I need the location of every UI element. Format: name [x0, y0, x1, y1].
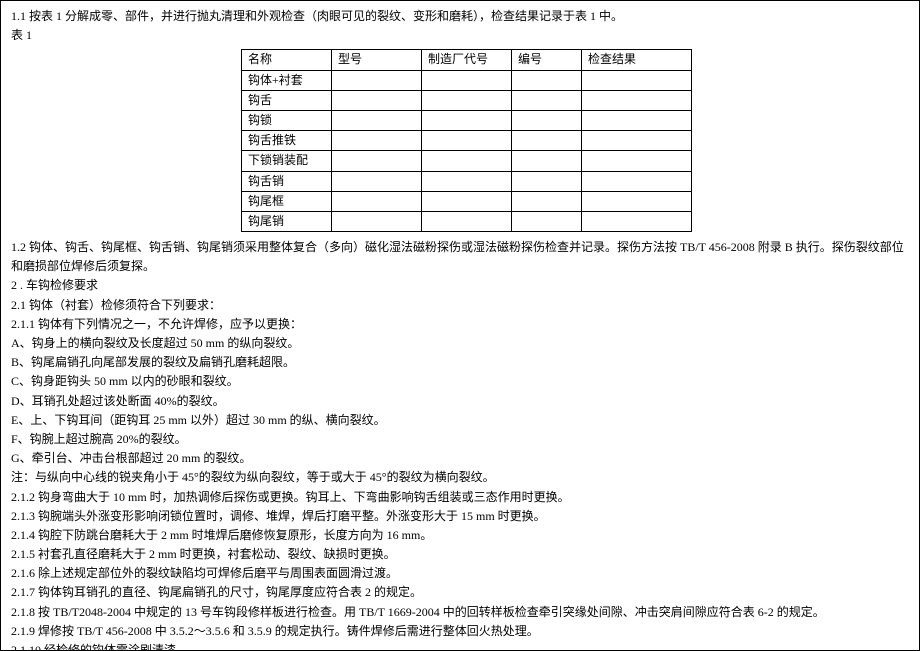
table-row: 钩尾销: [242, 211, 692, 231]
cell: [512, 211, 582, 231]
table-row: 钩体+衬套: [242, 70, 692, 90]
para-a: A、钩身上的横向裂纹及长度超过 50 mm 的纵向裂纹。: [11, 334, 909, 353]
th-res: 检查结果: [582, 50, 692, 70]
table-row: 钩锁: [242, 110, 692, 130]
para-2-1-5: 2.1.5 衬套孔直径磨耗大于 2 mm 时更换，衬套松动、裂纹、缺损时更换。: [11, 545, 909, 564]
cell: [332, 110, 422, 130]
para-2-1-1: 2.1.1 钩体有下列情况之一，不允许焊修，应予以更换：: [11, 315, 909, 334]
th-mfg: 制造厂代号: [422, 50, 512, 70]
cell-name: 钩尾框: [242, 191, 332, 211]
cell-name: 钩舌: [242, 90, 332, 110]
para-1-2: 1.2 钩体、钩舌、钩尾框、钩舌销、钩尾销须采用整体复合（多向）磁化湿法磁粉探伤…: [11, 238, 909, 276]
cell: [422, 191, 512, 211]
table-1: 名称 型号 制造厂代号 编号 检查结果 钩体+衬套 钩舌 钩锁 钩舌推铁 下锁销…: [241, 49, 692, 232]
cell: [582, 191, 692, 211]
cell: [512, 191, 582, 211]
cell-name: 钩体+衬套: [242, 70, 332, 90]
para-note: 注：与纵向中心线的锐夹角小于 45°的裂纹为纵向裂纹，等于或大于 45°的裂纹为…: [11, 468, 909, 487]
para-2-1-3: 2.1.3 钩腕端头外涨变形影响闭锁位置时，调修、堆焊，焊后打磨平整。外涨变形大…: [11, 507, 909, 526]
cell: [422, 110, 512, 130]
table-body: 钩体+衬套 钩舌 钩锁 钩舌推铁 下锁销装配 钩舌销 钩尾框 钩尾销: [242, 70, 692, 232]
para-2-1-2: 2.1.2 钩身弯曲大于 10 mm 时，加热调修后探伤或更换。钩耳上、下弯曲影…: [11, 488, 909, 507]
cell: [332, 171, 422, 191]
table-row: 钩尾框: [242, 191, 692, 211]
document-page: 1.1 按表 1 分解成零、部件，并进行抛丸清理和外观检查（肉眼可见的裂纹、变形…: [0, 0, 920, 651]
cell-name: 钩锁: [242, 110, 332, 130]
para-2: 2 . 车钩检修要求: [11, 276, 909, 295]
para-g: G、牵引台、冲击台根部超过 20 mm 的裂纹。: [11, 449, 909, 468]
table-row: 钩舌销: [242, 171, 692, 191]
para-2-1-9: 2.1.9 焊修按 TB/T 456-2008 中 3.5.2～3.5.6 和 …: [11, 622, 909, 641]
para-2-1: 2.1 钩体（衬套）检修须符合下列要求：: [11, 296, 909, 315]
cell: [332, 151, 422, 171]
cell: [512, 70, 582, 90]
cell: [332, 90, 422, 110]
cell: [422, 151, 512, 171]
cell: [422, 90, 512, 110]
cell: [512, 90, 582, 110]
cell: [332, 131, 422, 151]
para-2-1-4: 2.1.4 钩腔下防跳台磨耗大于 2 mm 时堆焊后磨修恢复原形，长度方向为 1…: [11, 526, 909, 545]
cell: [582, 131, 692, 151]
para-1-1: 1.1 按表 1 分解成零、部件，并进行抛丸清理和外观检查（肉眼可见的裂纹、变形…: [11, 7, 909, 26]
cell-name: 钩舌销: [242, 171, 332, 191]
cell: [422, 70, 512, 90]
cell: [582, 171, 692, 191]
cell: [512, 171, 582, 191]
cell-name: 钩舌推铁: [242, 131, 332, 151]
th-no: 编号: [512, 50, 582, 70]
para-2-1-7: 2.1.7 钩体钩耳销孔的直径、钩尾扁销孔的尺寸，钩尾厚度应符合表 2 的规定。: [11, 583, 909, 602]
cell-name: 下锁销装配: [242, 151, 332, 171]
th-name: 名称: [242, 50, 332, 70]
cell: [582, 211, 692, 231]
th-model: 型号: [332, 50, 422, 70]
cell: [582, 151, 692, 171]
table-header-row: 名称 型号 制造厂代号 编号 检查结果: [242, 50, 692, 70]
para-2-1-8: 2.1.8 按 TB/T2048-2004 中规定的 13 号车钩段修样板进行检…: [11, 603, 909, 622]
para-c: C、钩身距钩头 50 mm 以内的砂眼和裂纹。: [11, 372, 909, 391]
cell: [582, 110, 692, 130]
cell: [512, 131, 582, 151]
cell: [582, 70, 692, 90]
cell: [582, 90, 692, 110]
cell: [422, 211, 512, 231]
cell: [422, 131, 512, 151]
table-row: 钩舌: [242, 90, 692, 110]
cell: [512, 110, 582, 130]
table-1-label: 表 1: [11, 26, 909, 45]
cell: [332, 191, 422, 211]
table-row: 下锁销装配: [242, 151, 692, 171]
cell: [422, 171, 512, 191]
para-2-1-10: 2.1.10 经检修的钩体需涂刷清漆。: [11, 641, 909, 651]
para-2-1-6: 2.1.6 除上述规定部位外的裂纹缺陷均可焊修后磨平与周围表面圆滑过渡。: [11, 564, 909, 583]
cell: [332, 211, 422, 231]
cell: [512, 151, 582, 171]
para-f: F、钩腕上超过腕高 20%的裂纹。: [11, 430, 909, 449]
table-row: 钩舌推铁: [242, 131, 692, 151]
para-e: E、上、下钩耳间（距钩耳 25 mm 以外）超过 30 mm 的纵、横向裂纹。: [11, 411, 909, 430]
para-d: D、耳销孔处超过该处断面 40%的裂纹。: [11, 392, 909, 411]
para-b: B、钩尾扁销孔向尾部发展的裂纹及扁销孔磨耗超限。: [11, 353, 909, 372]
cell: [332, 70, 422, 90]
cell-name: 钩尾销: [242, 211, 332, 231]
